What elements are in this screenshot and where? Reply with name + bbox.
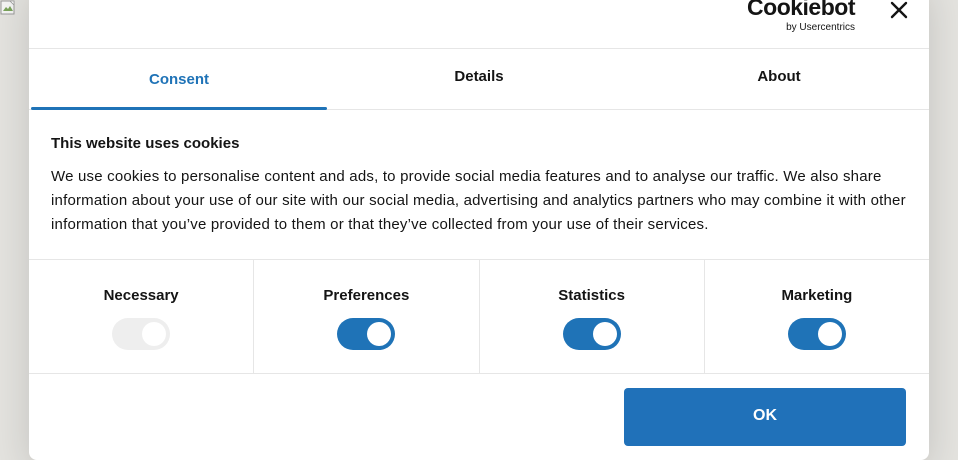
- category-preferences-label: Preferences: [323, 287, 410, 304]
- active-tab-indicator: [31, 107, 327, 110]
- tab-consent[interactable]: Consent: [29, 49, 329, 110]
- statistics-toggle[interactable]: [562, 318, 621, 350]
- close-icon[interactable]: [889, 0, 909, 21]
- toggle-knob: [367, 322, 392, 346]
- category-statistics: Statistics: [480, 260, 705, 373]
- preferences-toggle[interactable]: [337, 318, 396, 350]
- cookie-categories: Necessary Preferences Statistics Marketi…: [29, 259, 929, 374]
- category-preferences: Preferences: [254, 260, 480, 373]
- category-necessary-label: Necessary: [103, 287, 179, 304]
- tab-about-label: About: [757, 68, 801, 85]
- toggle-knob: [817, 322, 842, 346]
- consent-body: We use cookies to personalise content an…: [51, 168, 906, 233]
- cookie-consent-dialog: Cookiebot by Usercentrics Consent Detail…: [29, 0, 929, 460]
- ok-button[interactable]: OK: [624, 388, 906, 446]
- tab-details-label: Details: [454, 68, 504, 85]
- marketing-toggle[interactable]: [787, 318, 846, 350]
- tab-about[interactable]: About: [629, 49, 929, 109]
- tab-consent-label: Consent: [149, 71, 209, 88]
- category-marketing-label: Marketing: [781, 287, 853, 304]
- category-marketing: Marketing: [705, 260, 929, 373]
- necessary-toggle: [112, 318, 171, 350]
- tab-details[interactable]: Details: [329, 49, 629, 109]
- category-statistics-label: Statistics: [558, 287, 625, 304]
- category-necessary: Necessary: [29, 260, 255, 373]
- consent-text: This website uses cookies We use cookies…: [51, 135, 907, 237]
- ok-button-label: OK: [753, 407, 777, 424]
- toggle-knob: [142, 322, 167, 346]
- logo-byline: by Usercentrics: [786, 22, 855, 33]
- tab-bar: Consent Details About: [29, 49, 929, 110]
- cookiebot-logo: Cookiebot by Usercentrics: [747, 0, 863, 33]
- toggle-knob: [592, 322, 617, 346]
- consent-heading: This website uses cookies: [51, 135, 240, 152]
- dialog-header: Cookiebot by Usercentrics: [29, 0, 929, 49]
- logo-wordmark: Cookiebot: [747, 0, 855, 20]
- broken-image-icon: [0, 0, 15, 15]
